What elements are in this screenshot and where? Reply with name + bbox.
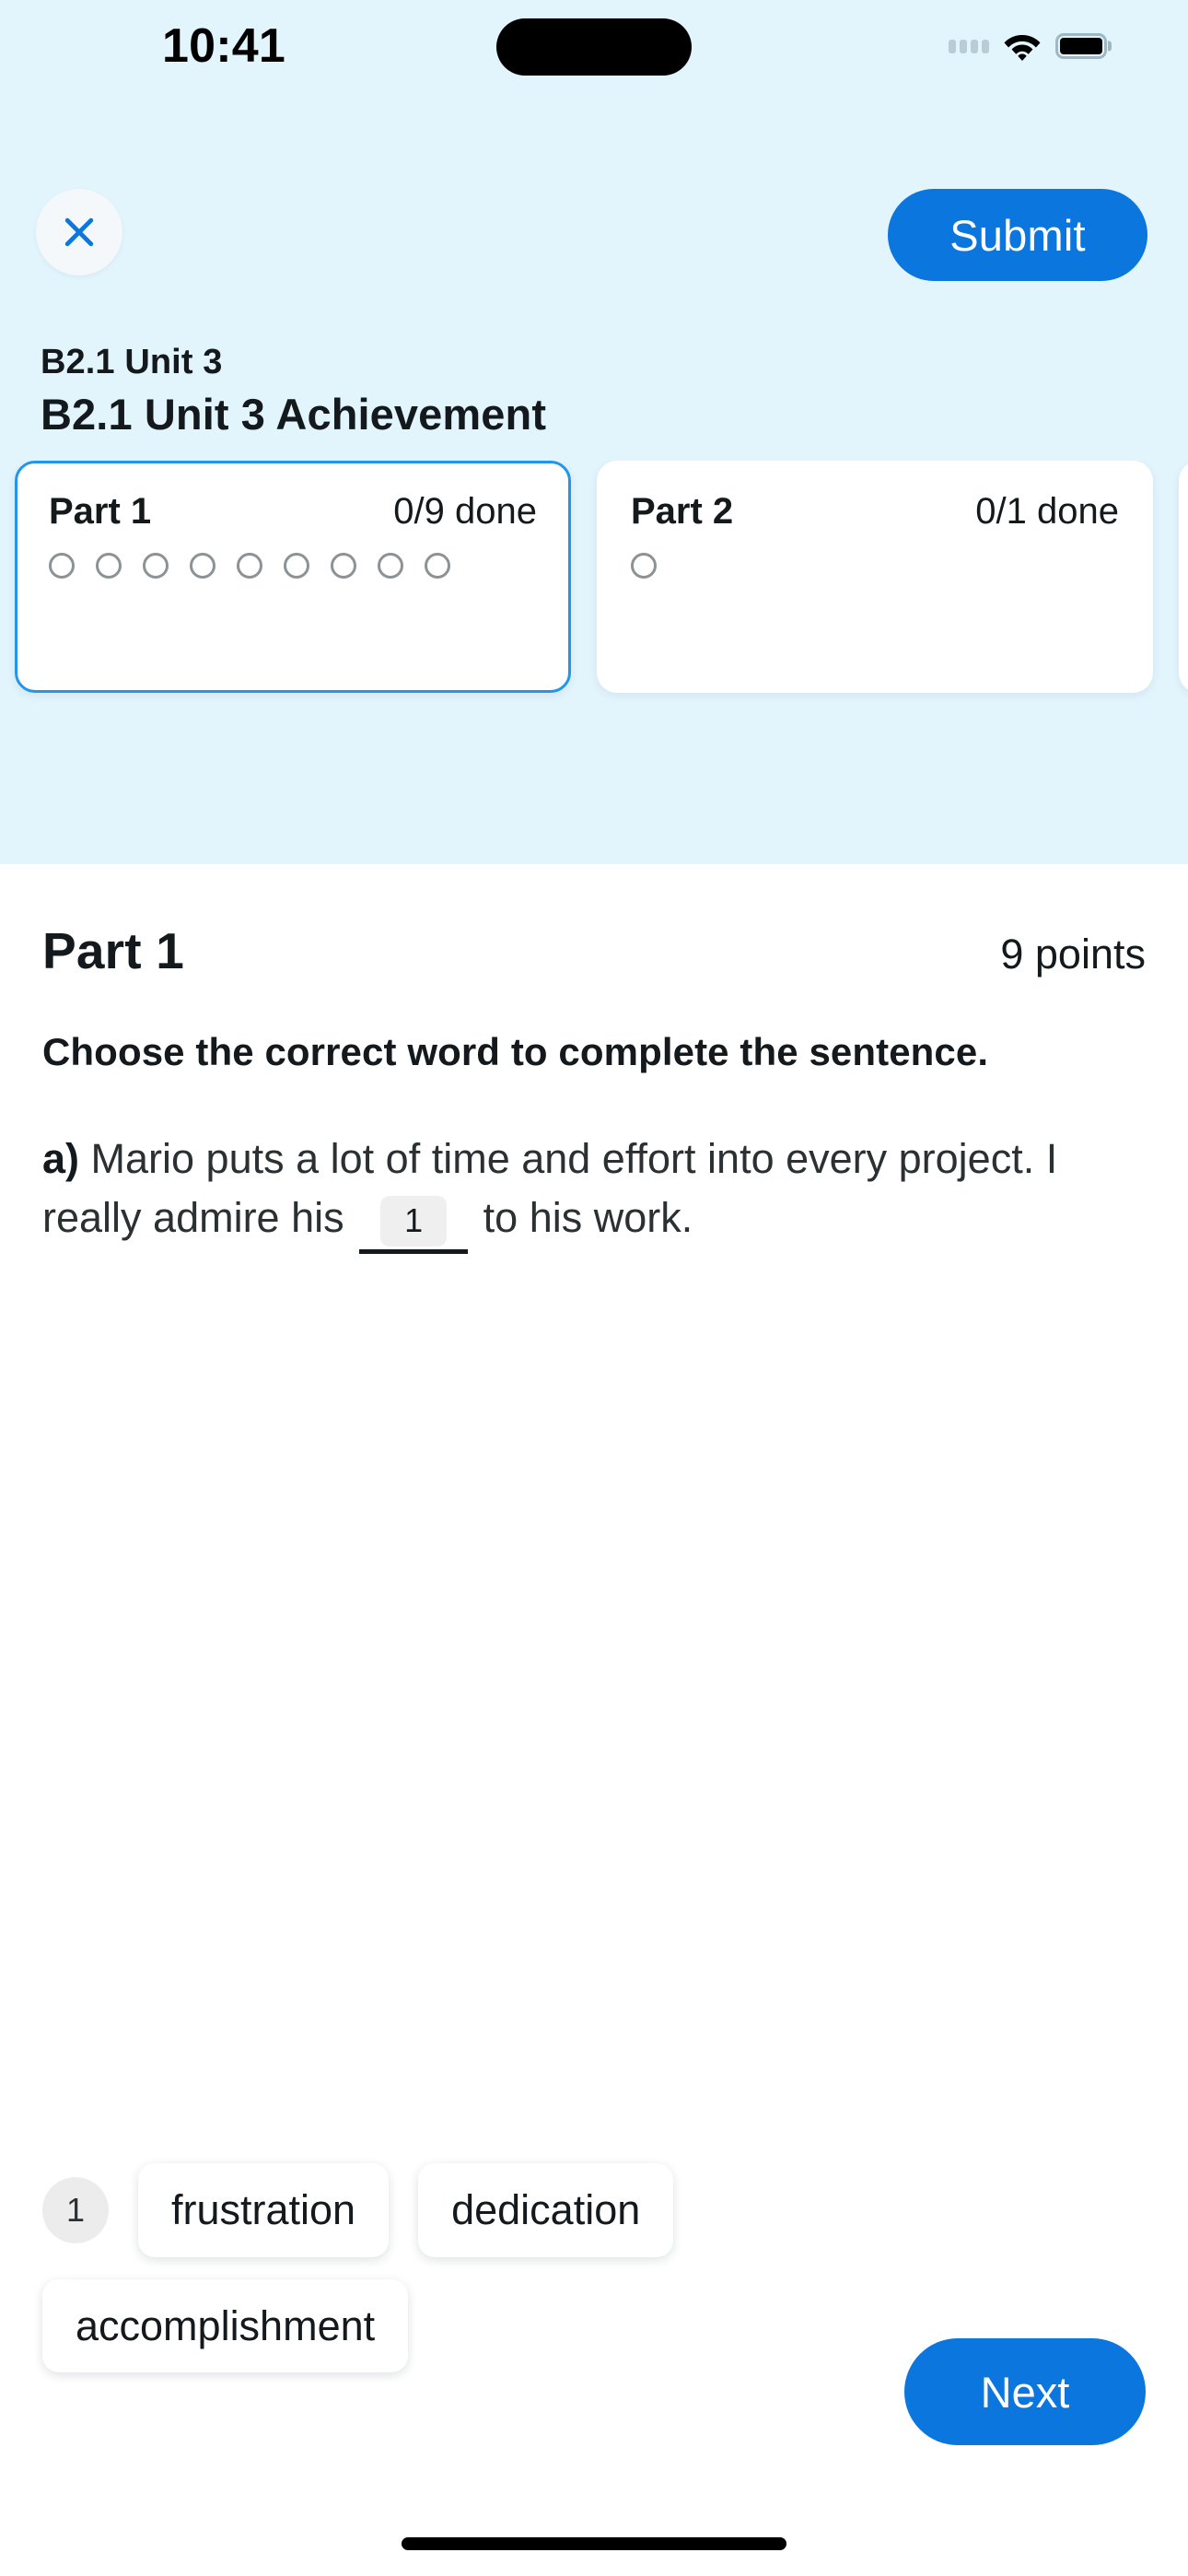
home-indicator[interactable] [402, 2537, 786, 2550]
signal-dots-icon [949, 39, 989, 53]
question-dot[interactable] [96, 553, 122, 579]
question-dot[interactable] [190, 553, 215, 579]
question-text-after: to his work. [483, 1193, 693, 1241]
question-dot[interactable] [237, 553, 262, 579]
blank-number: 1 [380, 1195, 448, 1247]
part-card-1-title: Part 1 [49, 491, 152, 532]
part-card-1[interactable]: Part 1 0/9 done [15, 461, 571, 693]
question-dot[interactable] [425, 553, 450, 579]
answer-blank[interactable]: 1 [359, 1188, 469, 1254]
part-card-2-question-dots [631, 553, 1110, 579]
part-card-1-progress: 0/9 done [393, 491, 537, 532]
question-dot[interactable] [49, 553, 75, 579]
part-card-3[interactable] [1179, 461, 1188, 693]
status-bar-time: 10:41 [162, 19, 285, 73]
lesson-subtitle: B2.1 Unit 3 [41, 343, 223, 381]
answer-slot-badge[interactable]: 1 [42, 2176, 109, 2243]
part-card-2-header: Part 2 0/1 done [631, 491, 1119, 533]
question-dot[interactable] [631, 553, 657, 579]
close-button[interactable] [36, 189, 122, 275]
header-region: 10:41 Submit B2.1 Unit 3 B2.1 Unit 3 Ach… [0, 0, 1188, 864]
options-row: 1 frustration dedication accomplishment [42, 2163, 973, 2372]
submit-button[interactable]: Submit [888, 189, 1147, 281]
part-heading-row: Part 1 9 points [42, 921, 1146, 980]
status-bar: 10:41 [0, 0, 1188, 101]
part-card-2[interactable]: Part 2 0/1 done [597, 461, 1153, 693]
top-action-bar: Submit [0, 189, 1188, 301]
option-chip-accomplishment[interactable]: accomplishment [42, 2278, 409, 2372]
wifi-icon [1003, 31, 1042, 61]
part-card-2-progress: 0/1 done [975, 491, 1119, 532]
part-card-2-title: Part 2 [631, 491, 734, 532]
dynamic-island [496, 18, 692, 76]
part-card-1-header: Part 1 0/9 done [49, 491, 537, 533]
instruction-text: Choose the correct word to complete the … [42, 1030, 989, 1073]
part-card-1-question-dots [49, 553, 528, 579]
question-dot[interactable] [331, 553, 356, 579]
status-bar-indicators [949, 31, 1107, 61]
lesson-title: B2.1 Unit 3 Achievement [41, 390, 547, 439]
option-chip-dedication[interactable]: dedication [418, 2163, 674, 2257]
main-content: Part 1 9 points Choose the correct word … [0, 864, 1188, 2576]
question-dot[interactable] [378, 553, 403, 579]
part-points: 9 points [1000, 931, 1146, 978]
option-chip-frustration[interactable]: frustration [138, 2163, 390, 2257]
question-dot[interactable] [143, 553, 169, 579]
phone-screen: 10:41 Submit B2.1 Unit 3 B2.1 Unit 3 Ach… [0, 0, 1188, 2576]
question-dot[interactable] [284, 553, 309, 579]
close-icon [59, 212, 99, 252]
part-heading-title: Part 1 [42, 922, 185, 979]
battery-icon [1055, 33, 1107, 59]
question-label: a) [42, 1135, 80, 1182]
part-cards-strip[interactable]: Part 1 0/9 done Part 2 0/1 done [0, 461, 1188, 702]
question-text: a) Mario puts a lot of time and effort i… [42, 1130, 1146, 1254]
next-button[interactable]: Next [904, 2338, 1146, 2445]
